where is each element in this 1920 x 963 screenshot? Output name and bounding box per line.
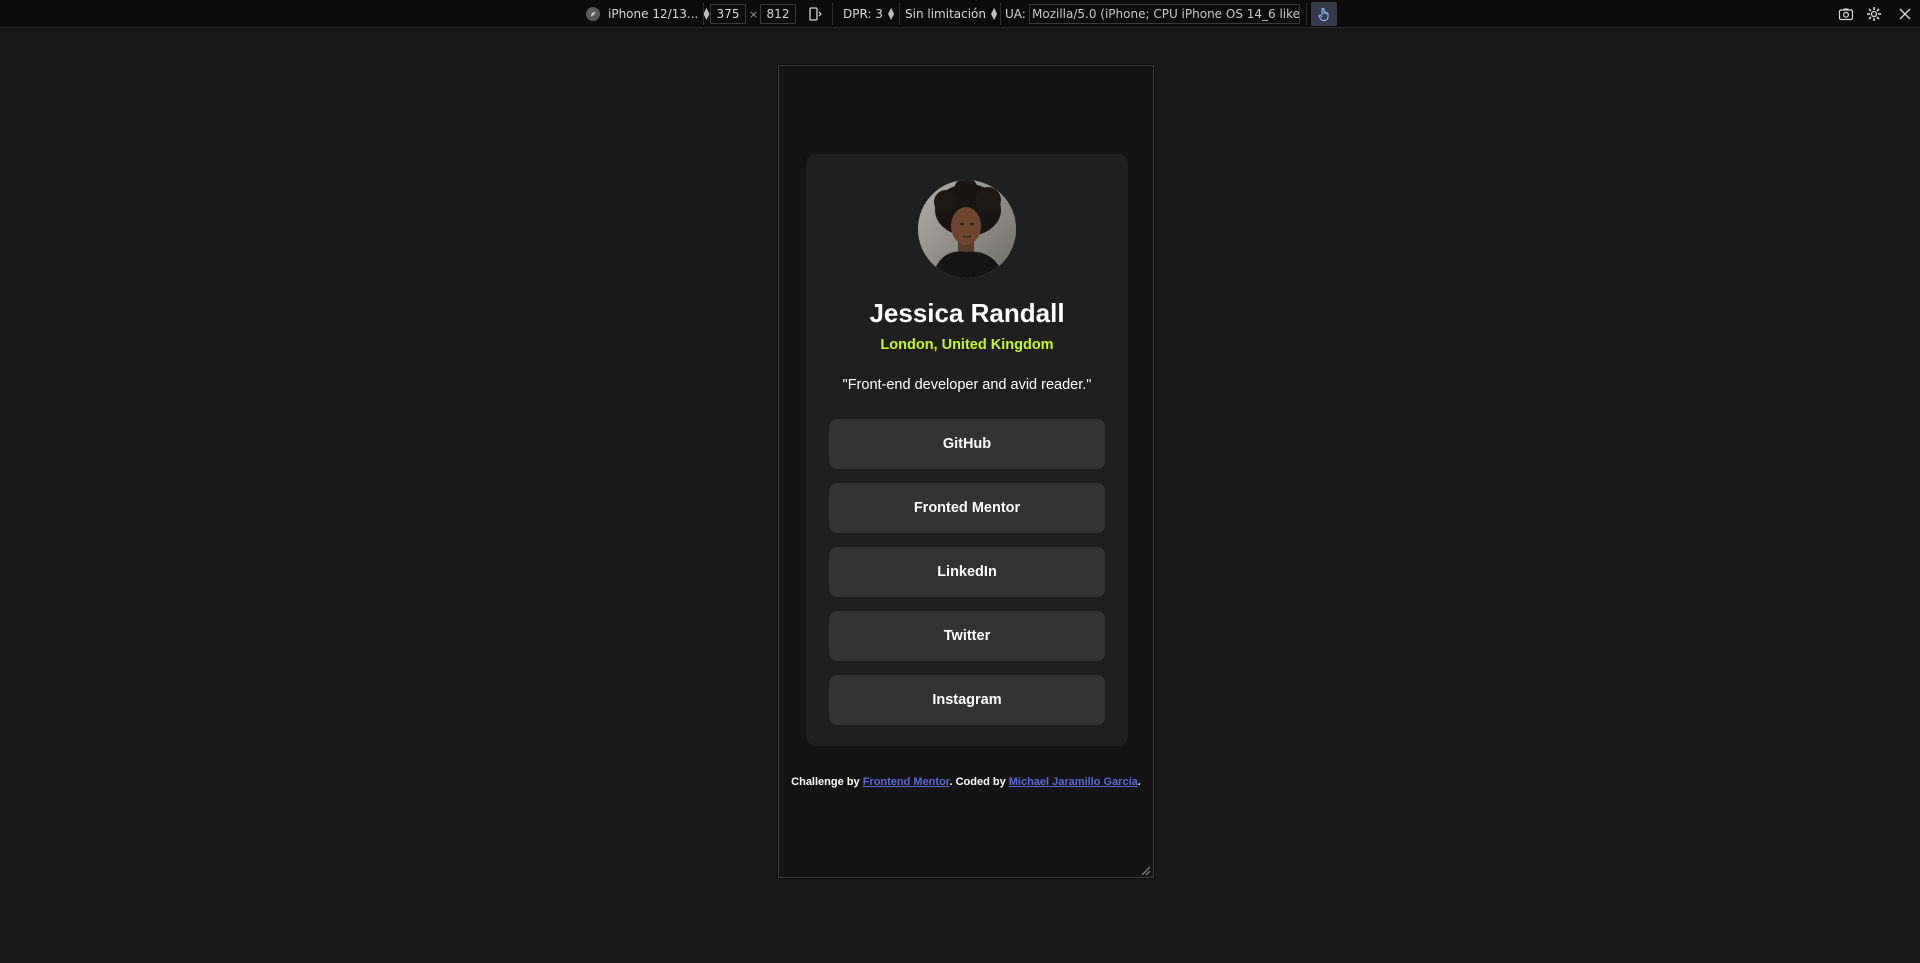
avatar — [918, 180, 1016, 278]
dimension-separator: × — [749, 7, 759, 21]
responsive-toolbar: iPhone 12/13... ▲ ▼ 375 × 812 DPR: 3 ▲ ▼ S… — [0, 0, 1920, 28]
profile-bio: "Front-end developer and avid reader." — [842, 377, 1092, 393]
select-arrows-icon: ▲ ▼ — [991, 6, 998, 21]
attribution-footer: Challenge by Frontend Mentor. Coded by M… — [779, 776, 1153, 788]
settings-icon[interactable] — [1864, 0, 1884, 28]
screenshot-icon[interactable] — [1836, 0, 1856, 28]
linkedin-button[interactable]: LinkedIn — [829, 547, 1105, 597]
rotate-device-icon[interactable] — [805, 0, 825, 28]
throttling-selector[interactable]: Sin limitación ▲ ▼ — [905, 0, 997, 28]
select-arrows-icon: ▲ ▼ — [887, 6, 895, 21]
frontend-mentor-button[interactable]: Fronted Mentor — [829, 483, 1105, 533]
device-name: iPhone 12/13... — [608, 7, 699, 21]
close-icon[interactable] — [1896, 0, 1914, 28]
attribution-suffix: . — [1137, 776, 1141, 788]
github-button[interactable]: GitHub — [829, 419, 1105, 469]
select-arrows-icon: ▲ ▼ — [703, 6, 710, 21]
height-input[interactable]: 812 — [760, 4, 796, 24]
twitter-button[interactable]: Twitter — [829, 611, 1105, 661]
throttling-value: Sin limitación — [905, 7, 986, 21]
resize-handle-icon[interactable] — [1139, 863, 1151, 876]
dpr-value: DPR: 3 — [843, 7, 883, 21]
instagram-button[interactable]: Instagram — [829, 675, 1105, 725]
device-selector[interactable]: iPhone 12/13... ▲ ▼ — [608, 0, 710, 28]
dpr-selector[interactable]: DPR: 3 ▲ ▼ — [843, 0, 894, 28]
author-link[interactable]: Michael Jaramillo García — [1009, 776, 1138, 788]
touch-simulation-icon — [1318, 7, 1329, 22]
device-viewport: Jessica Randall London, United Kingdom "… — [778, 65, 1154, 878]
attribution-prefix: Challenge by — [791, 776, 863, 788]
width-input[interactable]: 375 — [710, 4, 746, 24]
frontend-mentor-link[interactable]: Frontend Mentor — [863, 776, 950, 788]
compass-icon[interactable] — [584, 0, 602, 28]
profile-card: Jessica Randall London, United Kingdom "… — [806, 154, 1128, 746]
profile-name: Jessica Randall — [869, 298, 1065, 328]
touch-simulation-button[interactable] — [1311, 2, 1337, 26]
user-agent-input[interactable]: Mozilla/5.0 (iPhone; CPU iPhone OS 14_6 … — [1029, 4, 1300, 24]
attribution-middle: . Coded by — [949, 776, 1009, 788]
ua-label: UA: — [1005, 7, 1026, 21]
profile-location: London, United Kingdom — [880, 337, 1054, 353]
